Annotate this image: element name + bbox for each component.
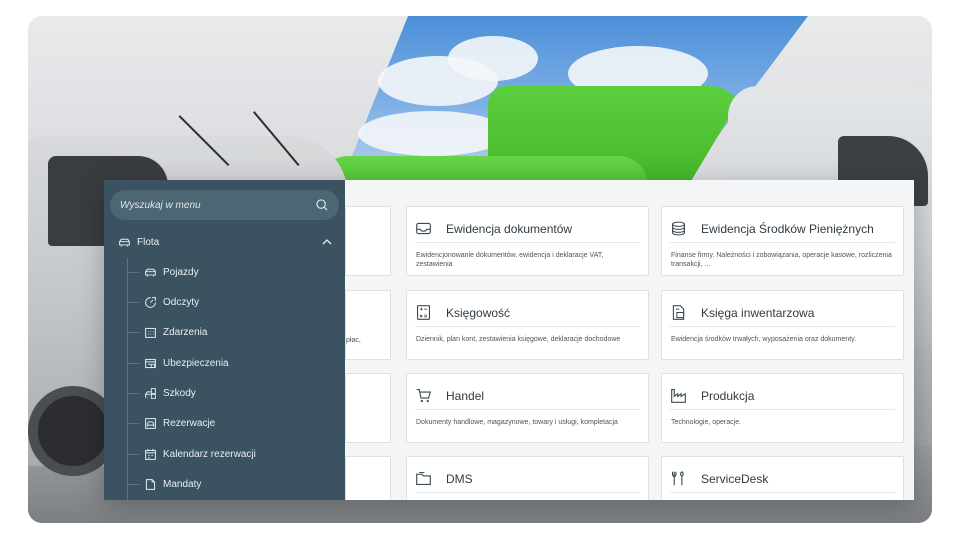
sidebar-item-pojazdy[interactable]: Pojazdy [127,262,337,282]
calculator-icon [416,305,431,320]
card-desc: Ewidencja środków trwałych, wyposażenia … [671,336,857,343]
card-partial-desc: płac, [346,337,361,344]
card-desc: Dziennik, plan kont, zestawienia księgow… [416,336,621,343]
gauge-icon [145,296,156,308]
card-handel[interactable]: Handel Dokumenty handlowe, magazynowe, t… [406,373,649,443]
cart-icon [416,388,432,403]
tools-icon [671,471,684,486]
folder-icon [416,472,431,486]
sidebar-item-label: Rezerwacje [163,417,216,429]
card-desc: Dokumenty handlowe, magazynowe, towary i… [416,419,618,426]
sidebar-item-zdarzenia[interactable]: Zdarzenia [127,322,337,342]
search-icon[interactable] [315,198,329,212]
card-desc: Ewidencjonowanie dokumentów, ewidencja i… [416,252,604,269]
card-title: DMS [446,471,473,486]
damage-car-icon [145,387,156,399]
sidebar-item-label: Pojazdy [163,266,199,278]
card-title: Handel [446,388,485,403]
sidebar-item-label: Mandaty [163,478,202,490]
calendar-icon [145,448,156,460]
card-ewidencja-srodkow[interactable]: Ewidencja Środków Pieniężnych Finanse fi… [661,206,904,276]
card-ewidencja-dokumentow[interactable]: Ewidencja dokumentów Ewidencjonowanie do… [406,206,649,276]
section-label: Flota [137,236,160,248]
card-desc: Technologie, operacje. [671,419,742,426]
sidebar-item-label: Zdarzenia [163,326,208,338]
card-partial[interactable] [345,456,391,500]
sidebar-item-label: Ubezpieczenia [163,357,229,369]
reservation-icon [145,417,156,429]
hero-background: płac, Ewidencja dokumentów Ewidencjonowa… [28,16,932,523]
search-placeholder: Wyszukaj w menu [120,199,201,211]
car-icon [119,238,130,247]
card-title: Ewidencja Środków Pieniężnych [701,221,874,236]
card-partial[interactable] [345,373,391,443]
card-partial[interactable] [345,206,391,276]
card-title: Księgowość [446,305,511,320]
sidebar-item-ubezpieczenia[interactable]: Ubezpieczenia [127,353,337,373]
card-partial[interactable]: płac, [345,290,391,360]
card-ksiegowosc[interactable]: Księgowość Dziennik, plan kont, zestawie… [406,290,649,360]
sidebar-item-label: Odczyty [163,296,200,308]
card-title: Ewidencja dokumentów [446,221,573,236]
car-icon [145,268,156,277]
app-panel: płac, Ewidencja dokumentów Ewidencjonowa… [104,180,914,500]
card-desc: Finanse firmy. Należności i zobowiązania… [671,252,892,269]
card-title: Produkcja [701,388,755,403]
sidebar-item-label: Kalendarz rezerwacji [163,448,256,460]
card-title: ServiceDesk [701,471,769,486]
coins-icon [671,221,686,236]
card-produkcja[interactable]: Produkcja Technologie, operacje. [661,373,904,443]
sidebar-item-szkody[interactable]: Szkody [127,383,337,403]
chevron-up-icon[interactable] [321,236,333,248]
sidebar-menu: Wyszukaj w menu Flota Pojazdy Odczyty Zd… [104,180,345,500]
factory-icon [671,388,686,403]
cloud [358,111,508,156]
insurance-icon [145,358,156,368]
inbox-icon [416,222,431,235]
card-ksiega-inwentarzowa[interactable]: Księga inwentarzowa Ewidencja środków tr… [661,290,904,360]
section-flota[interactable]: Flota [118,233,333,251]
cloud [448,36,538,81]
sidebar-item-kalendarz-rezerwacji[interactable]: Kalendarz rezerwacji [127,444,337,464]
card-servicedesk[interactable]: ServiceDesk [661,456,904,500]
sidebar-item-label: Szkody [163,387,196,399]
inventory-book-icon [672,305,685,320]
sidebar-item-rezerwacje[interactable]: Rezerwacje [127,413,337,433]
sidebar-item-mandaty[interactable]: Mandaty [127,474,337,494]
sidebar-item-odczyty[interactable]: Odczyty [127,292,337,312]
search-input[interactable]: Wyszukaj w menu [110,190,339,220]
card-dms[interactable]: DMS [406,456,649,500]
card-title: Księga inwentarzowa [701,305,815,320]
document-icon [145,478,156,490]
calendar-grid-icon [145,327,156,338]
